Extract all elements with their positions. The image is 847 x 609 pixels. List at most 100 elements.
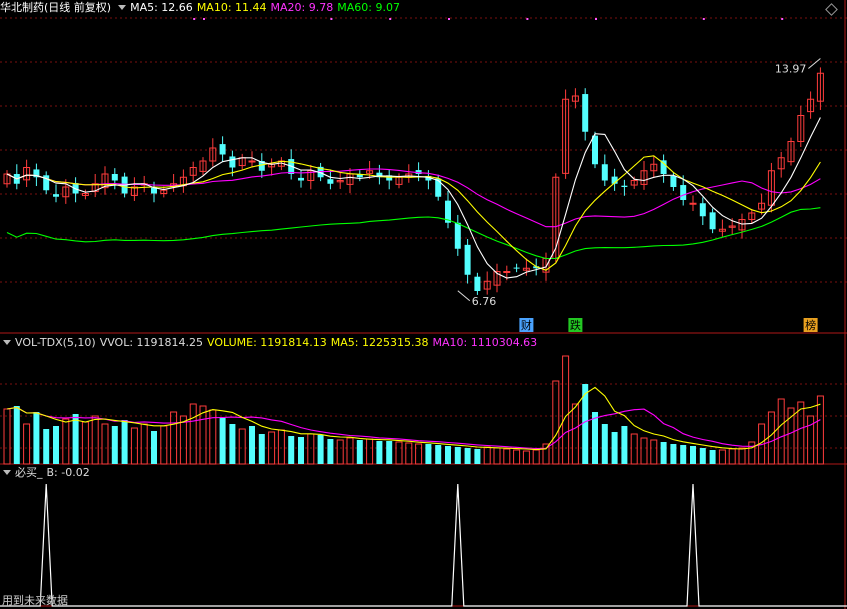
ma60-line: [6, 207, 821, 260]
volume-bar-up: [718, 449, 726, 465]
volume-bar-down: [621, 426, 628, 464]
candle-body-down: [621, 185, 628, 187]
volume-bar-down: [670, 444, 677, 464]
volume-bar-down: [376, 441, 383, 464]
volume-bar-down: [445, 446, 451, 464]
volume-bar-up: [170, 411, 178, 465]
candle-body-down: [709, 212, 716, 230]
volume-bar-down: [592, 412, 598, 464]
candles: [3, 67, 824, 295]
volume-bar-up: [238, 428, 246, 465]
volume-bar-up: [816, 395, 824, 465]
volume-bar-down: [699, 448, 706, 464]
candle-body-down: [582, 94, 589, 132]
volume-bar-down: [435, 445, 442, 464]
candle-body-down: [219, 144, 226, 155]
volume-bar-down: [111, 426, 118, 464]
signal-dot: [203, 18, 205, 20]
volume-bar-up: [366, 438, 374, 465]
volume-bar-up: [130, 427, 138, 465]
low-price-label: 6.76: [472, 295, 497, 308]
volume-bar-up: [748, 441, 756, 465]
signal-dot: [448, 18, 450, 20]
volume-bar-up: [405, 442, 413, 465]
volume-bar-up: [493, 447, 501, 465]
candle-body-down: [298, 177, 304, 181]
volume-bar-down: [386, 441, 393, 464]
volume-bar-down: [474, 449, 481, 464]
signal-dot: [526, 18, 529, 20]
candle-body-up: [689, 202, 697, 205]
signal-dot: [330, 18, 333, 20]
volume-bar-up: [199, 405, 207, 465]
high-price-label: 13.97: [775, 62, 807, 75]
volume-bar-down: [72, 414, 79, 464]
candle-body-down: [464, 244, 471, 275]
volume-bar-down: [258, 434, 265, 464]
volume-bar-down: [121, 420, 128, 464]
candle-body-down: [454, 222, 461, 249]
candle-body-down: [53, 194, 59, 197]
candle-body-down: [229, 156, 236, 168]
signal-dot: [781, 18, 784, 20]
high-price-pointer: [808, 58, 821, 69]
volume-bar-down: [43, 429, 50, 464]
future-data-warning: 用到未来数据: [2, 594, 68, 607]
annotations: 13.97 6.76 财 跌 榜: [193, 18, 821, 332]
vol-ma10-line: [6, 406, 821, 450]
volume-bar-up: [415, 443, 423, 465]
ma-lines: [6, 117, 821, 279]
volume-bar-up: [307, 433, 315, 465]
volume-ma-lines: [6, 386, 821, 451]
signal-dot: [389, 18, 392, 20]
volume-bar-up: [738, 447, 746, 465]
volume-bar-up: [532, 449, 540, 465]
volume-bar-down: [327, 439, 334, 464]
volume-bar-down: [151, 431, 157, 464]
candle-body-down: [435, 178, 442, 197]
volume-bar-up: [777, 398, 785, 465]
grid-lines: [0, 0, 847, 609]
volume-bar-up: [160, 425, 168, 465]
volume-bar-up: [23, 423, 31, 465]
candle-body-down: [680, 185, 687, 200]
volume-bar-up: [140, 423, 148, 465]
volume-bar-down: [690, 446, 696, 464]
volume-bar-up: [483, 446, 491, 465]
volume-bar-up: [767, 411, 775, 465]
volume-bar-down: [680, 445, 687, 464]
volume-bar-down: [464, 448, 471, 464]
candle-body-down: [592, 135, 598, 165]
volume-bar-down: [249, 426, 255, 464]
volume-bar-down: [219, 418, 226, 464]
volume-bar-up: [571, 403, 579, 465]
volume-bar-up: [522, 450, 530, 465]
volume-bar-down: [425, 444, 432, 464]
volume-bar-up: [807, 415, 815, 465]
volume-bar-up: [81, 421, 89, 465]
tag-drop: 跌: [570, 318, 581, 332]
candle-body-down: [699, 203, 706, 217]
volume-bar-down: [611, 432, 618, 464]
tag-finance: 财: [521, 318, 532, 332]
volume-bar-up: [336, 439, 344, 465]
stock-chart[interactable]: 13.97 6.76 财 跌 榜: [0, 0, 847, 609]
volume-bar-down: [298, 437, 304, 464]
volume-bar-up: [189, 403, 197, 465]
volume-bar-up: [3, 408, 11, 465]
candle-body-down: [660, 160, 667, 174]
volume-bar-up: [650, 439, 658, 465]
signal-dot: [702, 18, 705, 20]
volume-bar-up: [552, 380, 560, 465]
volume-bar-down: [229, 424, 236, 464]
volume-bar-up: [630, 433, 638, 465]
volume-bar-down: [660, 442, 667, 464]
volume-bar-up: [101, 423, 109, 465]
tag-rank: 榜: [805, 318, 816, 332]
volume-bar-down: [13, 406, 20, 464]
candle-body-down: [474, 276, 481, 291]
volume-bar-down: [601, 424, 608, 464]
candle-body-down: [670, 175, 677, 187]
candle-body-up: [248, 160, 256, 163]
signal-dot: [595, 18, 597, 20]
